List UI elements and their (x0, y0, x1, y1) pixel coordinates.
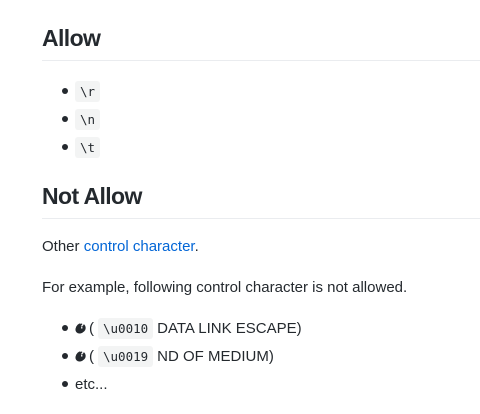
paragraph-text: . (194, 238, 199, 255)
control-character-link[interactable]: control character (84, 238, 195, 255)
bullet-icon (62, 144, 68, 150)
replacement-character-icon (73, 320, 88, 336)
inline-code: \u0010 (98, 317, 154, 339)
replacement-character-icon (73, 348, 88, 364)
etc-text: etc... (75, 375, 108, 393)
heading-not-allow: Not Allow (42, 182, 480, 219)
paragraph-example: For example, following control character… (42, 279, 408, 296)
bullet-icon (62, 116, 68, 122)
item-description: ND OF MEDIUM) (157, 347, 274, 365)
item-open-paren: ( (89, 319, 94, 337)
inline-code: \t (75, 136, 101, 158)
inline-code: \n (75, 108, 101, 130)
bullet-icon (62, 353, 68, 359)
paragraph-other: Other control character. (42, 237, 199, 257)
bullet-icon (62, 325, 68, 331)
heading-allow: Allow (42, 24, 480, 61)
inline-code: \u0019 (98, 345, 154, 367)
bullet-icon (62, 88, 68, 94)
item-description: DATA LINK ESCAPE) (157, 319, 302, 337)
inline-code: \r (75, 80, 101, 102)
paragraph-text: Other (42, 238, 84, 255)
bullet-icon (62, 381, 68, 387)
item-open-paren: ( (89, 347, 94, 365)
